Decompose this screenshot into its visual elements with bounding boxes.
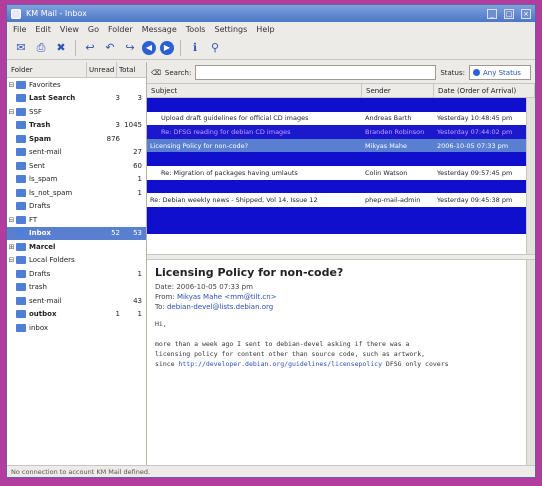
status-label: Status:	[440, 68, 465, 77]
toolbar-separator	[75, 39, 76, 56]
menu-edit[interactable]: Edit	[35, 25, 51, 34]
thread-row[interactable]	[147, 152, 535, 166]
folder-col-unread[interactable]: Unread	[86, 61, 116, 78]
message-row[interactable]: Upload draft guidelines for official CD …	[147, 111, 535, 126]
status-select[interactable]: Any Status	[469, 65, 531, 80]
col-subject[interactable]: Subject	[147, 84, 362, 98]
folder-item[interactable]: ⊟ FT	[7, 213, 146, 227]
maximize-button[interactable]: □	[504, 8, 514, 19]
folder-item[interactable]: Trash 3 1045	[7, 119, 146, 133]
window-title: KM Mail - Inbox	[26, 9, 87, 18]
folder-item[interactable]: Last Search 3 3	[7, 92, 146, 106]
folder-item[interactable]: ls_spam 1	[7, 173, 146, 187]
thread-row[interactable]	[147, 220, 535, 234]
main-area: Folder Unread Total ⊟ Favorites Last Sear…	[7, 61, 535, 465]
status-bar: No connection to account KM Mail defined…	[7, 465, 535, 477]
folder-item[interactable]: outbox 1 1	[7, 308, 146, 322]
close-button[interactable]: ×	[521, 8, 531, 19]
message-list-scrollbar[interactable]	[526, 98, 535, 254]
message-row-selected[interactable]: Licensing Policy for non-code? Mikyas Mah…	[147, 138, 535, 153]
menu-bar: File Edit View Go Folder Message Tools S…	[7, 22, 535, 36]
app-icon	[11, 8, 21, 19]
folder-item[interactable]: inbox	[7, 321, 146, 335]
folder-item[interactable]: ⊟ Favorites	[7, 78, 146, 92]
preview-subject: Licensing Policy for non-code?	[155, 266, 344, 279]
folder-item[interactable]: ⊟ Local Folders	[7, 254, 146, 268]
thread-row[interactable]	[147, 206, 535, 221]
minimize-button[interactable]: _	[487, 8, 497, 19]
message-list-header: Subject Sender Date (Order of Arrival)	[147, 84, 535, 98]
message-row[interactable]: Re: DFSG reading for debian CD images Bra…	[147, 125, 535, 139]
message-list: Subject Sender Date (Order of Arrival) U…	[147, 84, 535, 254]
search-bar: ⌫ Search: Status: Any Status	[147, 62, 535, 84]
trash-icon[interactable]: ✖	[53, 40, 69, 56]
folder-item[interactable]: sent-mail 27	[7, 146, 146, 160]
folder-item[interactable]: Drafts	[7, 200, 146, 214]
folder-col-total[interactable]: Total	[116, 61, 146, 78]
status-icon	[473, 69, 480, 76]
preview-date: Date: 2006-10-05 07:33 pm	[155, 283, 253, 291]
reply-all-icon[interactable]: ↶	[102, 40, 118, 56]
menu-tools[interactable]: Tools	[186, 25, 206, 34]
menu-file[interactable]: File	[13, 25, 26, 34]
print-icon[interactable]: ⎙	[33, 40, 49, 56]
folder-header: Folder Unread Total	[7, 61, 146, 78]
search-input[interactable]	[195, 65, 437, 80]
body-link[interactable]: http://developer.debian.org/guidelines/l…	[179, 360, 383, 368]
preview-scrollbar[interactable]	[526, 260, 535, 465]
folder-item[interactable]: Spam 876	[7, 132, 146, 146]
col-sender[interactable]: Sender	[362, 84, 434, 98]
preview-body: Hi, more than a week ago I sent to debia…	[155, 320, 449, 368]
info-icon[interactable]: ℹ	[187, 40, 203, 56]
toolbar: ✉ ⎙ ✖ ↩ ↶ ↪ ◀ ▶ ℹ ⚲	[7, 36, 535, 60]
folder-item-selected[interactable]: Inbox 52 53	[7, 226, 146, 240]
next-icon[interactable]: ▶	[160, 40, 174, 55]
folder-item[interactable]: Drafts 1	[7, 267, 146, 281]
new-message-icon[interactable]: ✉	[13, 40, 29, 56]
folder-item[interactable]: ⊟ SSF	[7, 105, 146, 119]
preview-from: From: Mikyas Mahe <mm@tilt.cn>	[155, 293, 277, 301]
folder-col-name[interactable]: Folder	[7, 66, 86, 74]
message-pane: ⌫ Search: Status: Any Status Subject Sen…	[147, 62, 535, 465]
menu-help[interactable]: Help	[256, 25, 274, 34]
find-icon[interactable]: ⚲	[207, 40, 223, 56]
message-preview: Licensing Policy for non-code? Date: 200…	[147, 260, 535, 465]
folder-item[interactable]: ⊞ Marcel	[7, 240, 146, 254]
menu-message[interactable]: Message	[142, 25, 177, 34]
folder-item[interactable]: ls_not_spam 1	[7, 186, 146, 200]
folder-item[interactable]: Sent 60	[7, 159, 146, 173]
title-bar: KM Mail - Inbox _ □ ×	[7, 5, 535, 22]
search-label: Search:	[164, 68, 192, 77]
folder-pane: Folder Unread Total ⊟ Favorites Last Sear…	[7, 61, 147, 465]
clear-search-icon[interactable]: ⌫	[151, 69, 161, 77]
forward-icon[interactable]: ↪	[122, 40, 138, 56]
previous-icon[interactable]: ◀	[142, 40, 156, 55]
mail-window: KM Mail - Inbox _ □ × File Edit View Go …	[6, 4, 536, 478]
reply-icon[interactable]: ↩	[82, 40, 98, 56]
menu-view[interactable]: View	[60, 25, 79, 34]
folder-item[interactable]: sent-mail 43	[7, 294, 146, 308]
folder-item[interactable]: trash	[7, 281, 146, 295]
menu-settings[interactable]: Settings	[214, 25, 247, 34]
menu-go[interactable]: Go	[88, 25, 99, 34]
thread-row[interactable]	[147, 179, 535, 194]
to-link[interactable]: debian-devel@lists.debian.org	[167, 303, 273, 311]
message-row[interactable]: Re: Migration of packages having umlauts…	[147, 165, 535, 180]
preview-to: To: debian-devel@lists.debian.org	[155, 303, 274, 311]
from-link[interactable]: Mikyas Mahe <mm@tilt.cn>	[177, 293, 277, 301]
col-date[interactable]: Date (Order of Arrival)	[434, 84, 535, 98]
menu-folder[interactable]: Folder	[108, 25, 133, 34]
message-row[interactable]: Re: Debian weekly news - Shipped, Vol 14…	[147, 193, 535, 207]
toolbar-separator	[180, 39, 181, 56]
thread-row[interactable]	[147, 98, 535, 112]
